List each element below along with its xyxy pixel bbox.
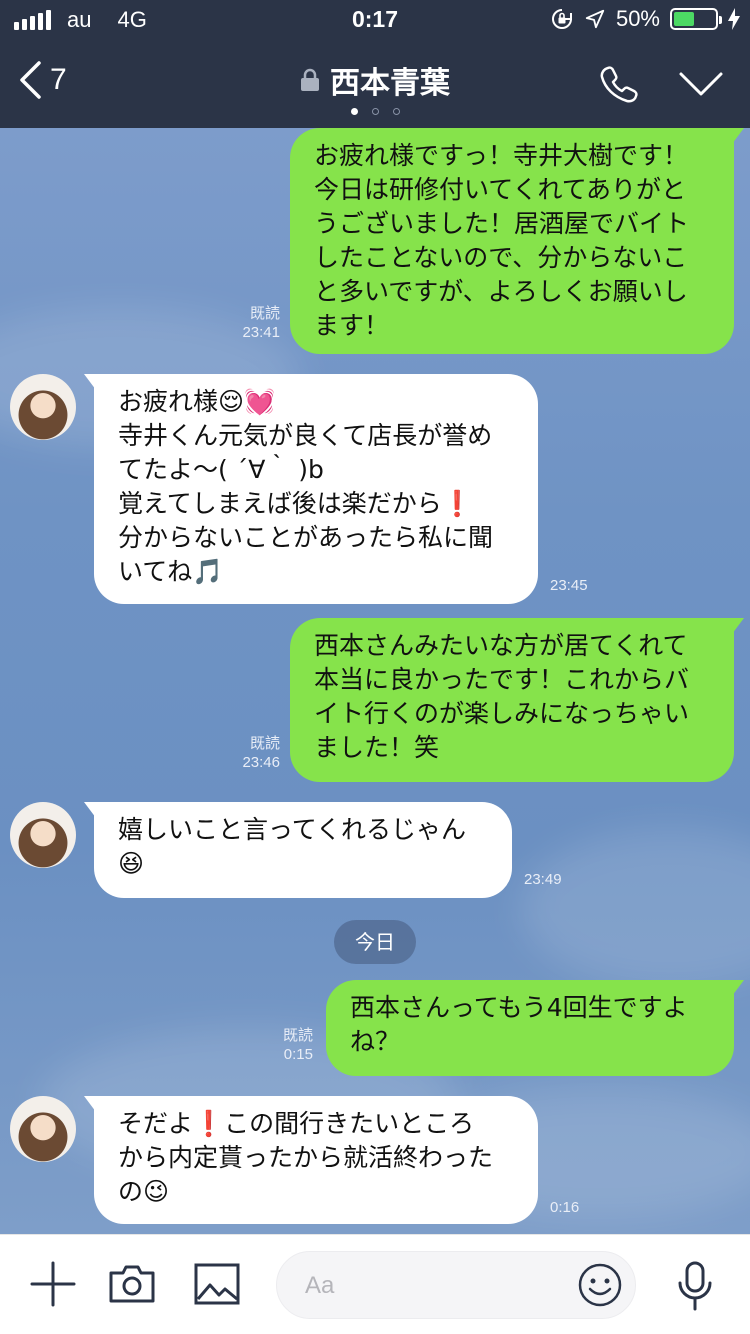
photo-icon[interactable] — [194, 1261, 240, 1307]
bubble-tail — [84, 1096, 110, 1120]
message-line: お疲れ様ですっ！寺井大樹です！ — [314, 141, 689, 170]
read-receipt: 既読 — [282, 1027, 313, 1044]
message-time: 23:45 — [550, 577, 588, 594]
camera-icon[interactable] — [108, 1261, 156, 1307]
avatar[interactable] — [10, 374, 76, 440]
message-time: 23:41 — [242, 324, 280, 341]
bubble-tail — [84, 802, 110, 826]
message-line: ました！笑 — [314, 733, 440, 762]
message-line: 覚えてしまえば後は楽だから❗️ — [118, 489, 473, 518]
microphone-icon[interactable] — [676, 1261, 714, 1311]
rotation-lock-icon — [551, 9, 572, 29]
message-meta: 0:16 — [550, 1198, 579, 1217]
message-meta: 23:49 — [524, 870, 562, 889]
page-indicator — [0, 108, 750, 115]
page-dot — [350, 108, 358, 115]
bubble-tail — [84, 374, 110, 398]
page-dot — [392, 108, 400, 115]
bubble-tail — [718, 618, 744, 642]
message-line: から内定貰ったから就活終わった — [118, 1143, 494, 1172]
message-bubble-incoming[interactable]: 嬉しいこと言ってくれるじゃん 😆 — [84, 802, 512, 898]
message-line: ね？ — [350, 1027, 401, 1056]
message-line: いてね🎵 — [118, 557, 224, 586]
chat-header: 7 西本青葉 — [0, 40, 750, 128]
message-line: 😆 — [118, 849, 145, 878]
message-meta: 既読 23:46 — [242, 734, 280, 772]
message-line: 寺井くん元気が良くて店長が誉め — [118, 421, 493, 450]
chat-title[interactable]: 西本青葉 — [300, 58, 450, 102]
battery-percent: 50% — [615, 6, 660, 31]
message-time: 23:46 — [242, 754, 280, 771]
battery-icon — [670, 8, 722, 30]
message-meta: 既読 0:15 — [283, 1026, 313, 1064]
phone-call-icon[interactable] — [598, 64, 638, 104]
message-line: うございました！居酒屋でバイト — [314, 209, 690, 238]
chat-area[interactable]: 既読 23:41 お疲れ様ですっ！寺井大樹です！ 今日は研修付いてくれてありがと… — [0, 128, 750, 1234]
message-time: 0:15 — [283, 1046, 313, 1063]
message-line: したことないので、分からないこ — [314, 243, 688, 272]
message-line: 西本さんみたいな方が居てくれて — [314, 631, 688, 660]
message-meta: 既読 23:41 — [242, 304, 280, 342]
message-bubble-incoming[interactable]: お疲れ様😌💓 寺井くん元気が良くて店長が誉め てたよ〜( ´∀｀ )b 覚えてし… — [84, 374, 538, 604]
input-placeholder: Aa — [305, 1272, 335, 1299]
message-bubble-outgoing[interactable]: 西本さんみたいな方が居てくれて 本当に良かったです！これからバ イト行くのが楽し… — [290, 618, 744, 782]
emoji-icon[interactable] — [577, 1262, 623, 1308]
avatar[interactable] — [10, 802, 76, 868]
message-time: 0:16 — [550, 1199, 580, 1216]
message-line: 西本さんってもう4回生ですよ — [350, 993, 688, 1022]
message-line: 今日は研修付いてくれてありがと — [314, 175, 687, 204]
message-line: と多いですが、よろしくお願いし — [314, 277, 688, 306]
message-line: 分からないことがあったら私に聞 — [118, 523, 494, 552]
read-receipt: 既読 — [249, 735, 280, 752]
message-line: イト行くのが楽しみになっちゃい — [314, 699, 690, 728]
message-line: ます！ — [314, 311, 390, 340]
charging-bolt-icon — [728, 8, 740, 30]
contact-name: 西本青葉 — [330, 66, 450, 101]
message-bubble-outgoing[interactable]: 西本さんってもう4回生ですよ ね？ — [326, 980, 744, 1076]
read-receipt: 既読 — [249, 305, 280, 322]
input-bar: Aa — [0, 1234, 750, 1334]
message-input[interactable]: Aa — [276, 1251, 636, 1319]
status-bar: au 4G 0:17 50% — [0, 0, 750, 40]
message-time: 23:49 — [524, 871, 562, 888]
message-line: 嬉しいこと言ってくれるじゃん — [118, 815, 467, 844]
plus-icon[interactable] — [30, 1261, 76, 1307]
message-line: の😉 — [118, 1177, 170, 1206]
message-line: てたよ〜( ´∀｀ )b — [118, 455, 324, 484]
message-line: 本当に良かったです！これからバ — [314, 665, 690, 694]
message-bubble-outgoing[interactable]: お疲れ様ですっ！寺井大樹です！ 今日は研修付いてくれてありがと うございました！… — [290, 128, 744, 354]
date-divider: 今日 — [334, 920, 416, 964]
message-line: お疲れ様😌💓 — [118, 387, 276, 416]
message-meta: 23:45 — [550, 576, 588, 595]
page-dot — [371, 108, 379, 115]
bubble-tail — [718, 980, 744, 1004]
location-arrow-icon — [585, 9, 605, 29]
message-line: そだよ❗️この間行きたいところ — [118, 1109, 475, 1138]
avatar[interactable] — [10, 1096, 76, 1162]
chevron-down-icon[interactable] — [678, 70, 724, 98]
bubble-tail — [718, 128, 744, 152]
lock-icon — [301, 68, 319, 91]
message-bubble-incoming[interactable]: そだよ❗️この間行きたいところ から内定貰ったから就活終わった の😉 — [84, 1096, 538, 1224]
